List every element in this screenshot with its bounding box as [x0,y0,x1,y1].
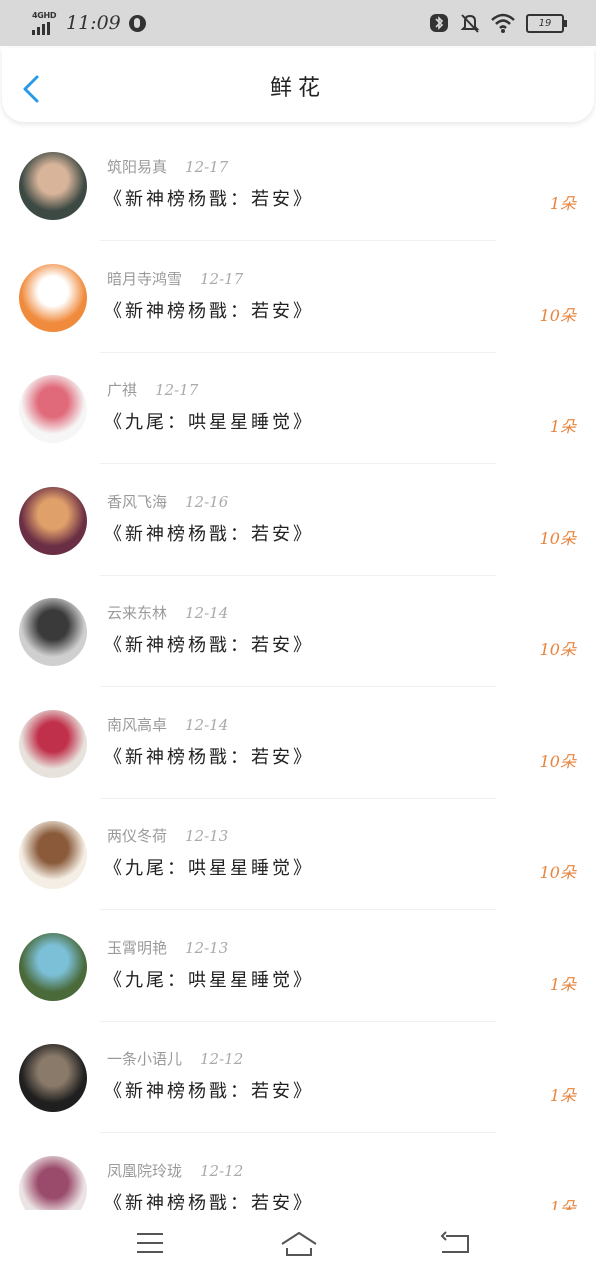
flower-count: 10朵 [539,528,576,548]
list-item[interactable]: 香风飞海 12-16 《新神榜杨戬：若安》 10朵 [0,465,596,576]
list-item[interactable]: 南风高卓 12-14 《新神榜杨戬：若安》 10朵 [0,688,596,799]
flower-count: 10朵 [539,640,576,659]
sender-name: 筑阳易真 [107,158,168,176]
avatar[interactable] [19,1155,87,1210]
sender-meta: 南风高卓 12-14 [107,714,228,735]
sender-name: 一条小语儿 [107,1050,183,1068]
sender-name: 香风飞海 [107,492,168,511]
list-item[interactable]: 凤凰院玲珑 12-12 《新神榜杨戬：若安》 1朵 [0,1134,596,1211]
sender-meta: 一条小语儿 12-12 [107,1048,243,1069]
book-title[interactable]: 《新神榜杨戬：若安》 [104,185,314,211]
system-nav-bar [0,1212,596,1280]
send-date: 12-17 [185,158,229,176]
page-title: 鲜花 [269,76,326,101]
send-date: 12-14 [185,604,229,622]
flower-count: 10朵 [539,305,576,325]
sender-meta: 暗月寺鸿雪 12-17 [107,268,243,289]
send-date: 12-14 [185,715,229,734]
status-right: 19 [428,11,567,35]
signal-icon: 4GHD [32,11,58,35]
sender-meta: 香风飞海 12-16 [107,491,228,512]
list-item[interactable]: 暗月寺鸿雪 12-17 《新神榜杨戬：若安》 10朵 [0,242,596,353]
sender-meta: 广祺 12-17 [107,379,198,400]
list-item[interactable]: 玉霄明艳 12-13 《九尾：哄星星睡觉》 1朵 [0,911,596,1022]
menu-icon[interactable] [136,1230,164,1256]
send-date: 12-16 [185,492,229,511]
avatar[interactable] [19,709,87,778]
book-title[interactable]: 《新神榜杨戬：若安》 [104,1189,314,1211]
avatar[interactable] [19,263,87,332]
home-icon[interactable] [280,1230,318,1258]
send-date: 12-17 [155,381,199,399]
flower-count: 10朵 [539,751,576,771]
status-bar: 4GHD 11:09 19 [0,0,596,46]
send-date: 12-12 [200,1161,244,1180]
list-item[interactable]: 两仪冬荷 12-13 《九尾：哄星星睡觉》 10朵 [0,799,596,910]
book-title[interactable]: 《新神榜杨戬：若安》 [104,297,314,323]
sender-name: 南风高卓 [107,715,168,734]
book-title[interactable]: 《九尾：哄星星睡觉》 [104,966,314,992]
flower-count: 1朵 [549,974,576,994]
flower-count: 1朵 [549,417,576,436]
avatar[interactable] [19,486,87,555]
avatar[interactable] [19,932,87,1001]
sender-meta: 凤凰院玲珑 12-12 [107,1160,243,1181]
book-title[interactable]: 《新神榜杨戬：若安》 [104,631,314,657]
network-type: 4GHD [32,11,57,20]
status-left: 4GHD 11:09 [32,10,146,36]
book-title[interactable]: 《新神榜杨戬：若安》 [104,743,314,769]
send-date: 12-12 [200,1050,244,1068]
avatar[interactable] [19,1044,87,1112]
list-item[interactable]: 筑阳易真 12-17 《新神榜杨戬：若安》 1朵 [0,130,596,241]
battery-icon: 19 [526,13,567,33]
avatar[interactable] [19,821,87,889]
send-date: 12-13 [185,827,229,845]
sender-name: 玉霄明艳 [107,938,168,957]
nav-bar: 鲜花 [2,48,594,122]
list-item[interactable]: 云来东林 12-14 《新神榜杨戬：若安》 10朵 [0,576,596,687]
sender-name: 两仪冬荷 [107,827,168,845]
flower-count: 10朵 [539,863,576,882]
flower-count: 1朵 [549,1086,576,1105]
sender-name: 云来东林 [107,604,168,622]
clock: 11:09 [66,12,121,34]
sender-name: 广祺 [107,381,138,399]
list-item[interactable]: 广祺 12-17 《九尾：哄星星睡觉》 1朵 [0,353,596,464]
sender-meta: 筑阳易真 12-17 [107,156,228,177]
sender-name: 凤凰院玲珑 [107,1161,183,1180]
book-title[interactable]: 《九尾：哄星星睡觉》 [104,854,314,880]
sender-meta: 玉霄明艳 12-13 [107,937,228,958]
mute-icon [460,14,480,33]
avatar[interactable] [19,375,87,443]
send-date: 12-17 [200,269,244,288]
bluetooth-icon [430,14,448,32]
flower-count: 1朵 [549,1197,576,1211]
book-title[interactable]: 《新神榜杨戬：若安》 [104,1077,314,1103]
avatar[interactable] [19,598,87,666]
wifi-icon [491,13,515,33]
book-title[interactable]: 《新神榜杨戬：若安》 [104,520,314,546]
send-date: 12-13 [185,938,229,957]
sender-meta: 云来东林 12-14 [107,602,228,623]
list-item[interactable]: 一条小语儿 12-12 《新神榜杨戬：若安》 1朵 [0,1022,596,1133]
flower-count: 1朵 [549,194,576,213]
sender-name: 暗月寺鸿雪 [107,269,183,288]
book-title[interactable]: 《九尾：哄星星睡觉》 [104,408,314,434]
back-icon[interactable] [440,1230,470,1256]
sender-meta: 两仪冬荷 12-13 [107,825,228,846]
vpn-icon [128,14,146,32]
flower-list: 筑阳易真 12-17 《新神榜杨戬：若安》 1朵 暗月寺鸿雪 12-17 《新神榜杨戬：若安… [0,130,596,1210]
avatar[interactable] [19,152,87,220]
